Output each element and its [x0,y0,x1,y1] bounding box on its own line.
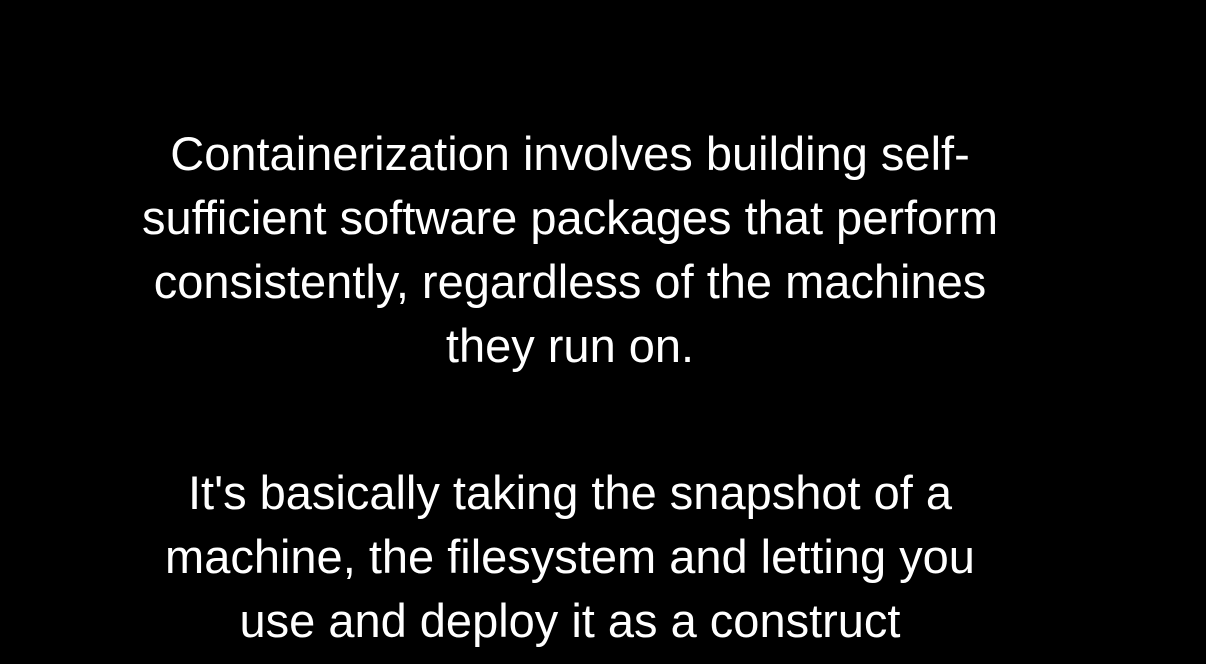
slide-canvas: Containerization involves building self-… [0,0,1206,664]
paragraph-line: sufficient software packages that perfor… [141,191,998,244]
paragraph-line: consistently, regardless of the machines [153,255,987,308]
paragraph-snapshot-explanation: It's basically taking the snapshot of a … [0,461,1140,653]
paragraph-line: they run on. [445,319,695,372]
paragraph-line: It's basically taking the snapshot of a [187,466,953,519]
paragraph-line: use and deploy it as a construct [239,594,901,647]
paragraph-line: Containerization involves building self- [170,127,970,180]
paragraph-containerization-definition: Containerization involves building self-… [0,122,1140,378]
paragraph-line: machine, the filesystem and letting you [165,530,975,583]
